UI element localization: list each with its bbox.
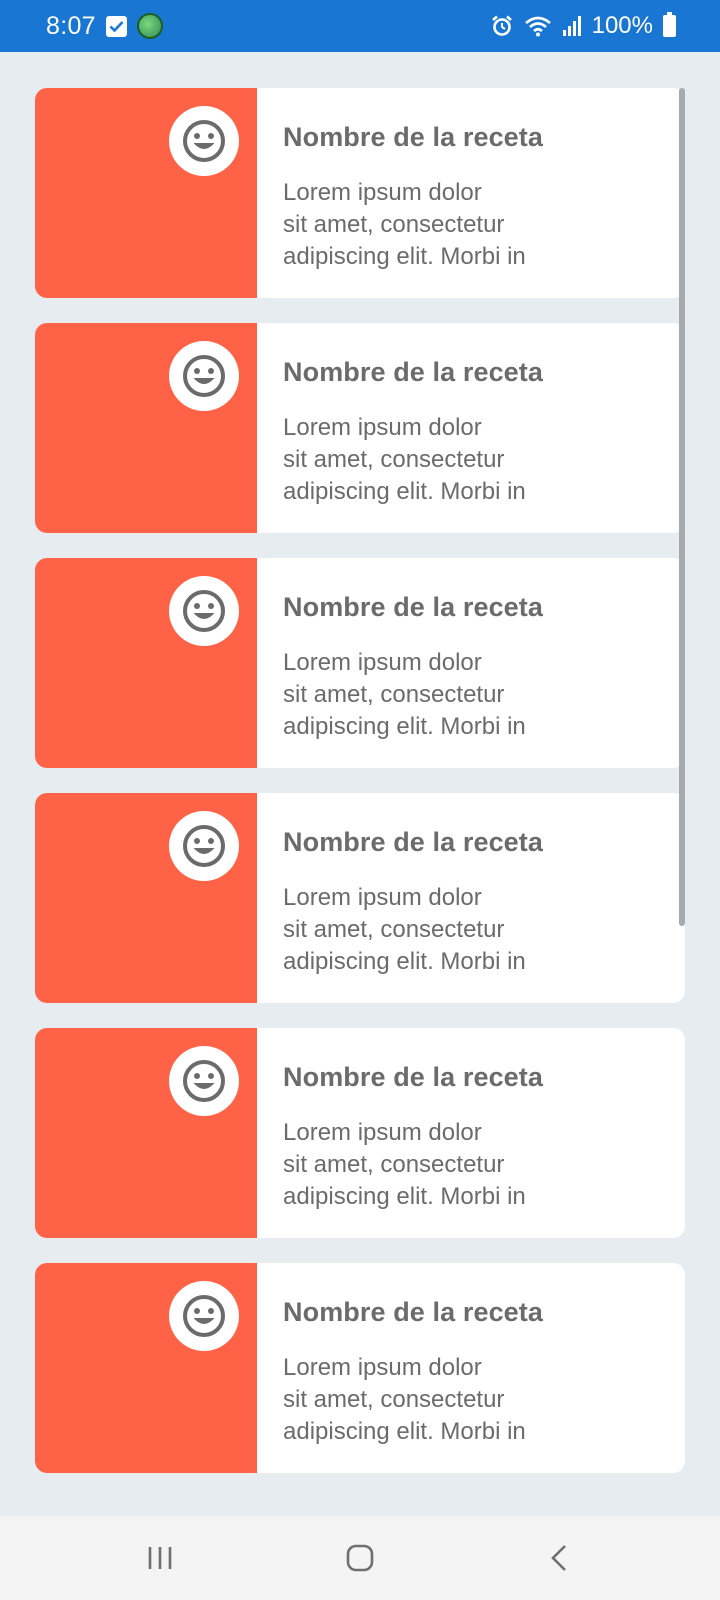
recipe-description-line: sit amet, consectetur — [283, 1151, 505, 1178]
recipe-body: Nombre de la receta Lorem ipsum dolor sit … — [257, 88, 563, 298]
recipe-description-line: Lorem ipsum dolor — [283, 649, 482, 676]
recipe-description-line: adipiscing elit. Morbi in — [283, 948, 526, 975]
recipe-image — [35, 1263, 257, 1473]
checkbox-icon — [105, 15, 127, 37]
home-icon — [346, 1544, 374, 1572]
recipe-description-line: adipiscing elit. Morbi in — [283, 1418, 526, 1445]
recipe-body: Nombre de la receta Lorem ipsum dolor sit … — [257, 1028, 563, 1238]
recipe-card[interactable]: Nombre de la receta Lorem ipsum dolor sit … — [35, 88, 685, 298]
smile-icon — [169, 341, 239, 411]
signal-icon — [562, 15, 582, 37]
recipe-description-line: Lorem ipsum dolor — [283, 414, 482, 441]
recipe-description-line: sit amet, consectetur — [283, 211, 505, 238]
recipe-description-line: sit amet, consectetur — [283, 681, 505, 708]
recipe-description-line: sit amet, consectetur — [283, 916, 505, 943]
recipe-description-line: adipiscing elit. Morbi in — [283, 478, 526, 505]
recipe-list[interactable]: Nombre de la receta Lorem ipsum dolor sit … — [35, 88, 685, 1498]
wifi-icon — [524, 14, 552, 38]
recipe-card[interactable]: Nombre de la receta Lorem ipsum dolor sit … — [35, 323, 685, 533]
back-button[interactable] — [520, 1528, 600, 1588]
recipe-description-line: sit amet, consectetur — [283, 1386, 505, 1413]
recipe-card[interactable]: Nombre de la receta Lorem ipsum dolor sit … — [35, 1263, 685, 1473]
recipe-body: Nombre de la receta Lorem ipsum dolor sit … — [257, 793, 563, 1003]
smile-icon — [169, 1281, 239, 1351]
status-left: 8:07 — [46, 12, 163, 41]
recipe-description-line: adipiscing elit. Morbi in — [283, 713, 526, 740]
smile-icon — [169, 106, 239, 176]
recipe-image — [35, 88, 257, 298]
recipe-description: Lorem ipsum dolor sit amet, consectetur ad… — [283, 1352, 543, 1448]
recipe-image — [35, 323, 257, 533]
status-bar: 8:07 100% — [0, 0, 720, 52]
status-time: 8:07 — [46, 11, 96, 40]
recipe-description: Lorem ipsum dolor sit amet, consectetur ad… — [283, 1117, 543, 1213]
recipe-card[interactable]: Nombre de la receta Lorem ipsum dolor sit … — [35, 1028, 685, 1238]
recents-button[interactable] — [120, 1528, 200, 1588]
recipe-body: Nombre de la receta Lorem ipsum dolor sit … — [257, 558, 563, 768]
scrollbar[interactable] — [679, 88, 685, 926]
recipe-title: Nombre de la receta — [283, 827, 544, 857]
battery-icon — [663, 12, 676, 37]
recipe-description: Lorem ipsum dolor sit amet, consectetur ad… — [283, 882, 543, 978]
smile-icon — [169, 1046, 239, 1116]
recipe-description-line: Lorem ipsum dolor — [283, 1354, 482, 1381]
recipe-title: Nombre de la receta — [283, 1062, 544, 1092]
recipe-title: Nombre de la receta — [283, 592, 544, 622]
recipe-description: Lorem ipsum dolor sit amet, consectetur ad… — [283, 177, 543, 273]
alarm-icon — [490, 14, 514, 38]
recipe-body: Nombre de la receta Lorem ipsum dolor sit … — [257, 323, 563, 533]
recipe-card[interactable]: Nombre de la receta Lorem ipsum dolor sit … — [35, 558, 685, 768]
recipe-description-line: adipiscing elit. Morbi in — [283, 243, 526, 270]
recipe-card[interactable]: Nombre de la receta Lorem ipsum dolor sit … — [35, 793, 685, 1003]
recipe-image — [35, 1028, 257, 1238]
recipe-description: Lorem ipsum dolor sit amet, consectetur ad… — [283, 647, 543, 743]
battery-percent: 100% — [591, 12, 653, 39]
recipe-image — [35, 793, 257, 1003]
recipe-description-line: Lorem ipsum dolor — [283, 179, 482, 206]
recipe-title: Nombre de la receta — [283, 122, 544, 152]
recipe-description-line: Lorem ipsum dolor — [283, 1119, 482, 1146]
recipe-body: Nombre de la receta Lorem ipsum dolor sit … — [257, 1263, 563, 1473]
home-button[interactable] — [320, 1528, 400, 1588]
smile-icon — [169, 811, 239, 881]
recipe-title: Nombre de la receta — [283, 357, 544, 387]
app-notification-icon — [136, 13, 163, 39]
smile-icon — [169, 576, 239, 646]
recipe-title: Nombre de la receta — [283, 1297, 544, 1327]
recipe-image — [35, 558, 257, 768]
back-icon — [551, 1545, 566, 1571]
recipe-description-line: adipiscing elit. Morbi in — [283, 1183, 526, 1210]
status-right: 100% — [490, 12, 676, 40]
recipe-description-line: sit amet, consectetur — [283, 446, 505, 473]
recents-icon — [148, 1547, 172, 1569]
recipe-description-line: Lorem ipsum dolor — [283, 884, 482, 911]
navigation-bar — [0, 1516, 720, 1600]
recipe-description: Lorem ipsum dolor sit amet, consectetur ad… — [283, 412, 543, 508]
